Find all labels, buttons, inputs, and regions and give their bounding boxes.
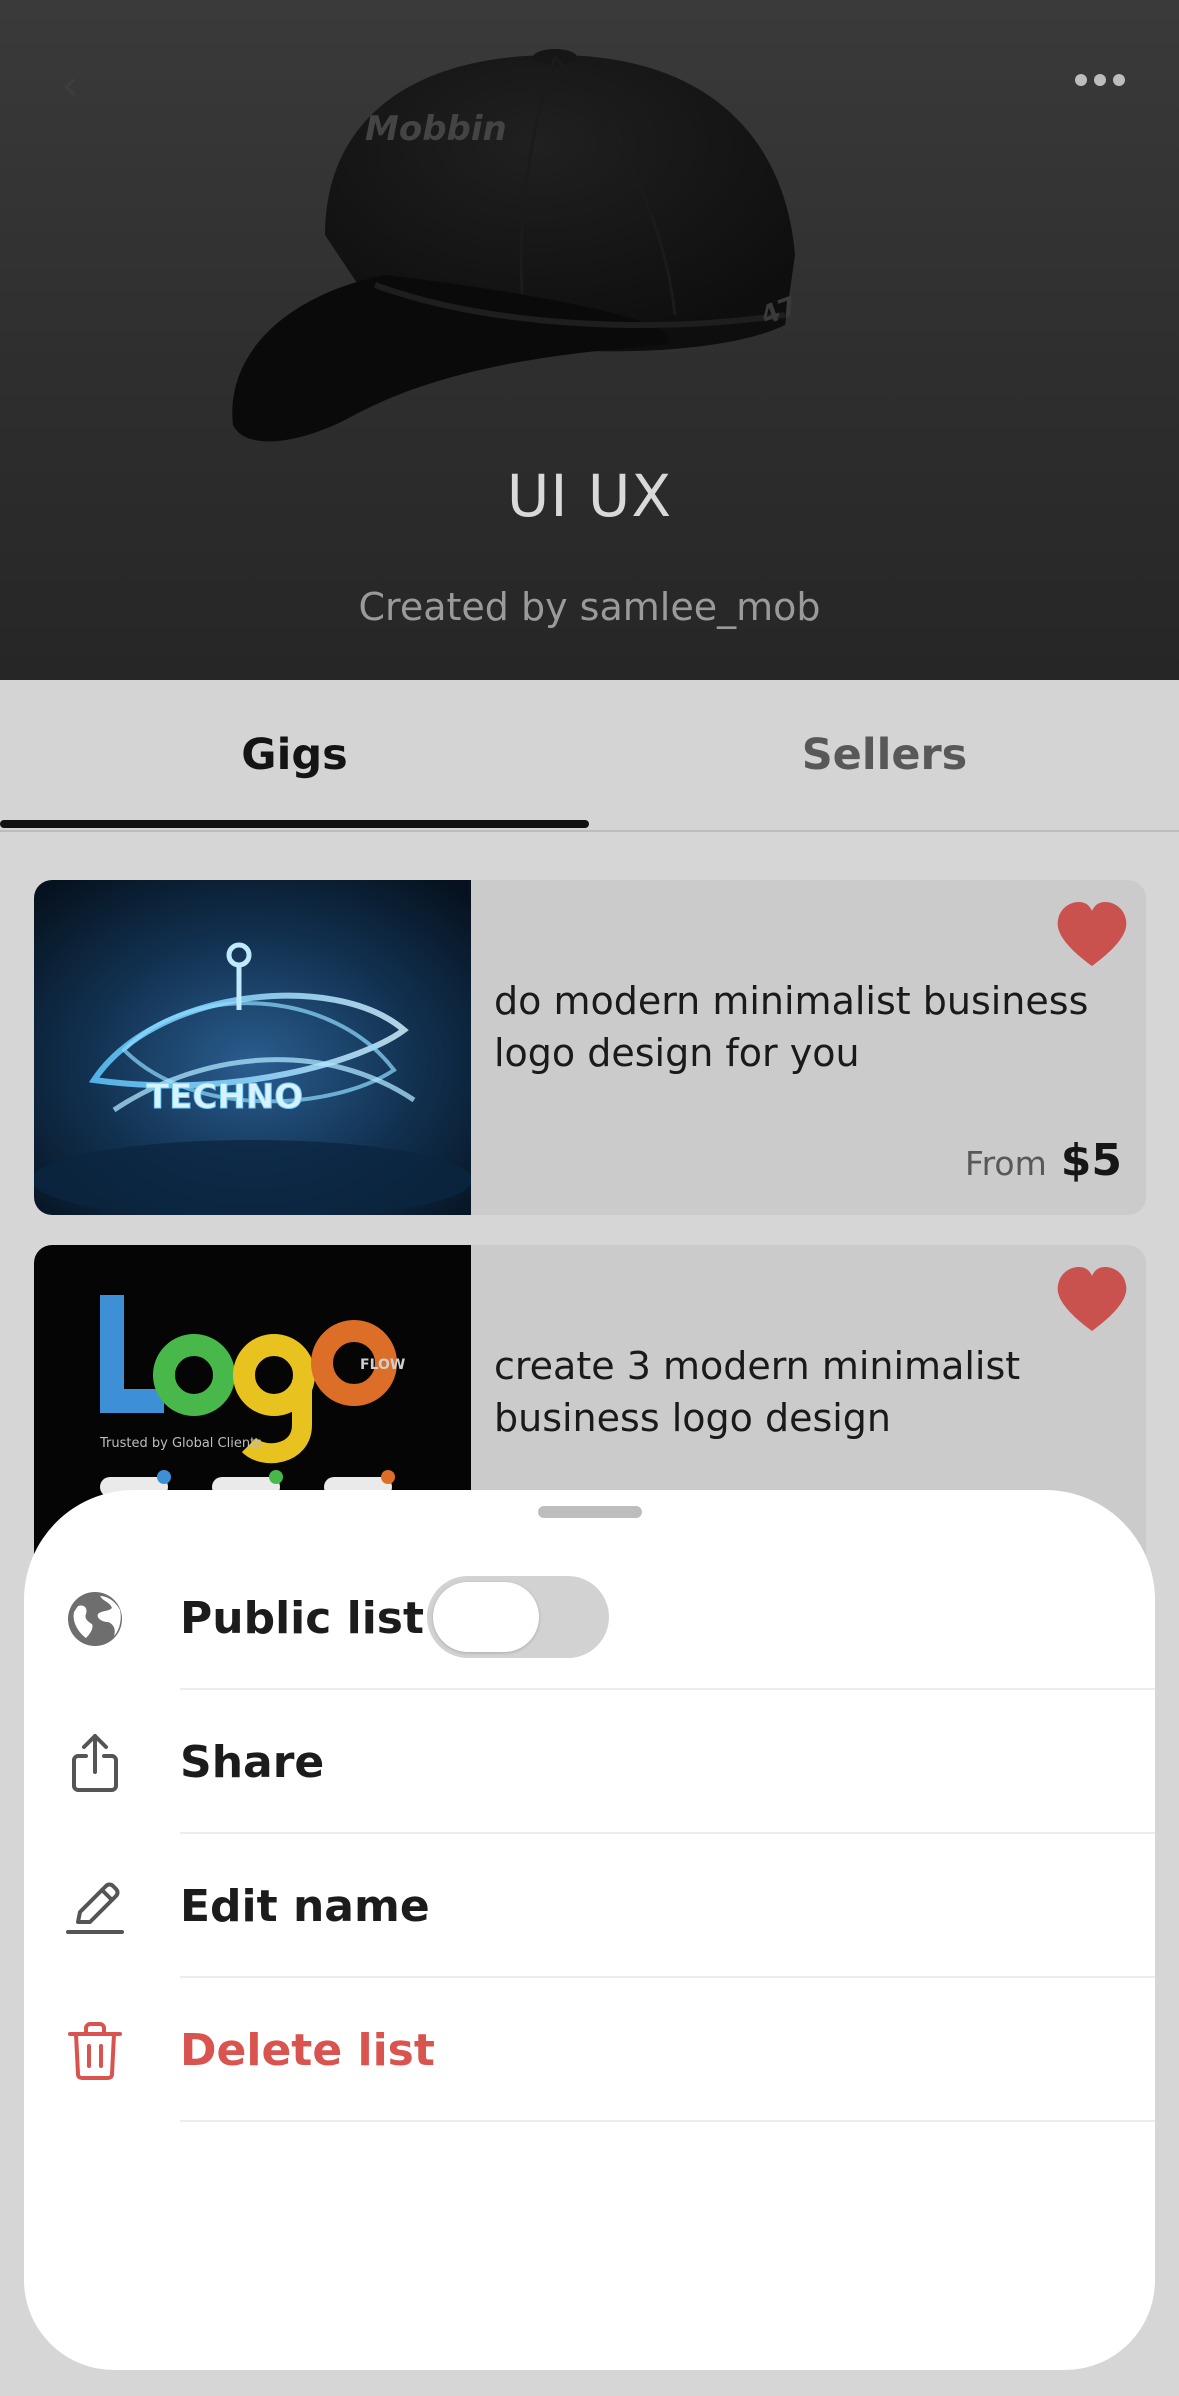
svg-text:Trusted by Global Clients: Trusted by Global Clients bbox=[99, 1436, 262, 1451]
public-list-label: Public list bbox=[180, 1592, 425, 1644]
gig-title: create 3 modern minimalist business logo… bbox=[494, 1344, 1021, 1440]
gig-card[interactable]: TECHNO do modern minimalist business log… bbox=[34, 880, 1146, 1215]
list-title: UI UX bbox=[506, 462, 673, 530]
share-icon bbox=[64, 1732, 126, 1794]
tab-selected-indicator bbox=[0, 820, 589, 828]
edit-name-row[interactable]: Edit name bbox=[24, 1834, 1155, 1978]
toggle-knob bbox=[433, 1582, 539, 1652]
share-label: Share bbox=[180, 1736, 325, 1788]
delete-list-row[interactable]: Delete list bbox=[24, 1978, 1155, 2122]
svg-text:TECHNO: TECHNO bbox=[146, 1077, 303, 1117]
gig-thumbnail: TECHNO bbox=[34, 880, 471, 1215]
tab-sellers[interactable]: Sellers bbox=[590, 680, 1179, 830]
sheet-grabber[interactable] bbox=[538, 1506, 642, 1518]
gig-price: From $5 bbox=[965, 1135, 1122, 1186]
list-creator: Created by samlee_mob bbox=[358, 585, 821, 629]
trash-icon bbox=[64, 2020, 126, 2082]
delete-list-label: Delete list bbox=[180, 2024, 435, 2076]
share-row[interactable]: Share bbox=[24, 1690, 1155, 1834]
gig-title: do modern minimalist business logo desig… bbox=[494, 979, 1089, 1075]
more-options-button[interactable] bbox=[1060, 55, 1140, 105]
back-button[interactable]: ‹ bbox=[40, 55, 100, 115]
pencil-icon bbox=[64, 1876, 126, 1938]
heart-icon bbox=[1057, 1267, 1127, 1331]
public-list-row: Public list bbox=[24, 1546, 1155, 1690]
svg-text:FLOW: FLOW bbox=[360, 1357, 405, 1373]
cap-brand-logo: Mobbin bbox=[365, 109, 507, 149]
svg-text:Mobbin: Mobbin bbox=[365, 109, 507, 149]
globe-icon bbox=[64, 1588, 126, 1650]
price-amount: $5 bbox=[1060, 1135, 1122, 1186]
list-cover-image: Mobbin 47 bbox=[232, 49, 801, 442]
favorite-button[interactable] bbox=[1052, 1265, 1132, 1335]
divider bbox=[180, 2120, 1155, 2122]
heart-icon bbox=[1057, 902, 1127, 966]
price-prefix: From bbox=[965, 1144, 1047, 1183]
public-list-toggle[interactable] bbox=[427, 1576, 609, 1658]
list-header: ‹ Mobbin 47 UI UX Created by samlee_mob bbox=[0, 0, 1179, 680]
more-horizontal-icon bbox=[1075, 74, 1087, 86]
edit-name-label: Edit name bbox=[180, 1880, 430, 1932]
tab-gigs[interactable]: Gigs bbox=[0, 680, 589, 830]
tab-bar: Gigs Sellers bbox=[0, 680, 1179, 832]
favorite-button[interactable] bbox=[1052, 900, 1132, 970]
list-options-sheet: Public list Share Edit name Delete list bbox=[24, 1490, 1155, 2370]
chevron-left-icon: ‹ bbox=[61, 59, 79, 111]
